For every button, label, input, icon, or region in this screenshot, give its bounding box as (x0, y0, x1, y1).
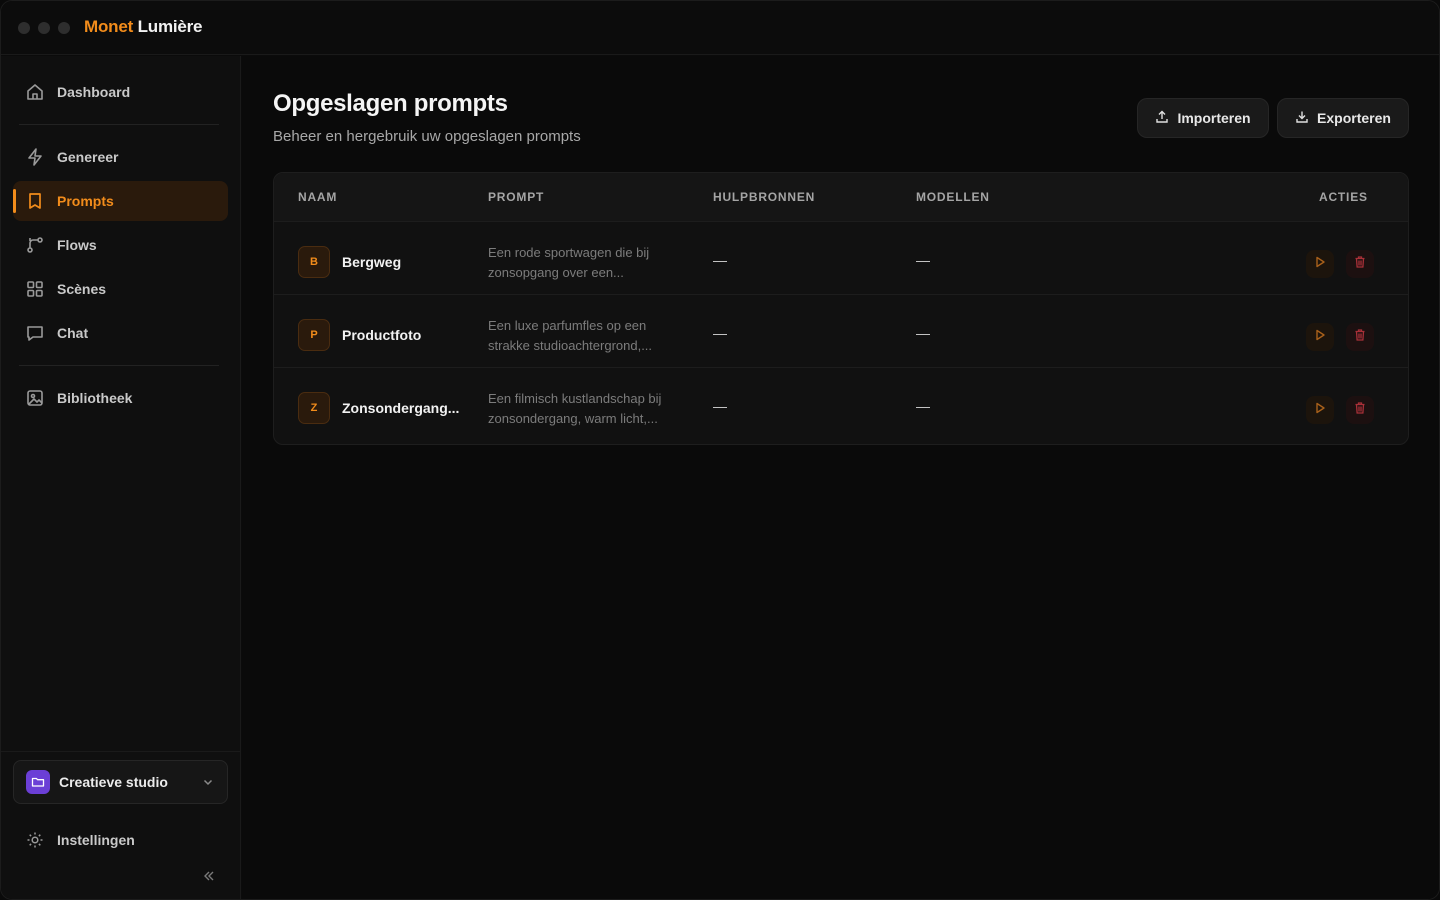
sidebar-item-scenes[interactable]: Scènes (13, 269, 228, 309)
import-label: Importeren (1177, 110, 1251, 126)
download-icon (1295, 110, 1309, 127)
prompt-name[interactable]: Bergweg (342, 254, 401, 270)
sidebar-item-label: Bibliotheek (57, 390, 133, 406)
sidebar-item-chat[interactable]: Chat (13, 313, 228, 353)
sidebar-item-label: Chat (57, 325, 89, 341)
export-button[interactable]: Exporteren (1277, 98, 1409, 138)
sidebar-item-prompts[interactable]: Prompts (13, 181, 228, 221)
prompt-avatar: Z (298, 392, 330, 424)
table-row[interactable]: Z Zonsondergang... Een filmisch kustland… (274, 367, 1408, 440)
gear-icon (25, 830, 45, 850)
app-window: Monet Lumière Dashboard Genereer Prompts (0, 0, 1440, 900)
image-icon (25, 388, 45, 408)
prompt-avatar: P (298, 319, 330, 351)
prompt-resources: — (713, 325, 727, 341)
flow-icon (25, 235, 45, 255)
maximize-window-button[interactable] (58, 22, 70, 34)
sidebar-item-label: Dashboard (57, 84, 131, 100)
workspace-label: Creatieve studio (59, 774, 168, 790)
sidebar-item-dashboard[interactable]: Dashboard (13, 72, 228, 112)
collapse-sidebar-icon[interactable] (201, 868, 217, 889)
sidebar-item-label: Genereer (57, 149, 119, 165)
column-header-modellen[interactable]: MODELLEN (916, 190, 990, 204)
column-header-prompt[interactable]: PROMPT (488, 190, 544, 204)
prompt-text: Een rode sportwagen die bij zonsopgang o… (488, 245, 650, 280)
delete-prompt-button[interactable] (1346, 250, 1374, 278)
window-controls (18, 22, 70, 34)
title-bar: Monet Lumière (1, 1, 1439, 55)
main-content: Opgeslagen prompts Beheer en hergebruik … (242, 56, 1439, 899)
trash-icon (1353, 401, 1367, 420)
table-row[interactable]: P Productfoto Een luxe parfumfles op een… (274, 294, 1408, 367)
home-icon (25, 82, 45, 102)
workspace-selector[interactable]: Creatieve studio (13, 760, 228, 804)
bolt-icon (25, 147, 45, 167)
minimize-window-button[interactable] (38, 22, 50, 34)
trash-icon (1353, 328, 1367, 347)
delete-prompt-button[interactable] (1346, 323, 1374, 351)
brand-part2: Lumière (137, 17, 203, 36)
trash-icon (1353, 255, 1367, 274)
sidebar-divider (19, 124, 219, 125)
prompts-table: NAAM PROMPT HULPBRONNEN MODELLEN ACTIES … (273, 172, 1409, 445)
folder-icon (26, 770, 50, 794)
prompt-name[interactable]: Productfoto (342, 327, 421, 343)
sidebar-item-label: Flows (57, 237, 97, 253)
column-header-naam[interactable]: NAAM (298, 190, 337, 204)
play-icon (1313, 255, 1327, 274)
play-icon (1313, 328, 1327, 347)
sidebar-divider (19, 365, 219, 366)
column-header-hulpbronnen[interactable]: HULPBRONNEN (713, 190, 815, 204)
column-header-acties: ACTIES (1319, 190, 1368, 204)
export-label: Exporteren (1317, 110, 1391, 126)
prompt-models: — (916, 325, 930, 341)
run-prompt-button[interactable] (1306, 250, 1334, 278)
prompt-resources: — (713, 252, 727, 268)
close-window-button[interactable] (18, 22, 30, 34)
sidebar-item-flows[interactable]: Flows (13, 225, 228, 265)
sidebar-item-label: Prompts (57, 193, 114, 209)
prompt-models: — (916, 252, 930, 268)
sidebar: Dashboard Genereer Prompts Flows Scènes … (1, 56, 241, 899)
prompt-models: — (916, 398, 930, 414)
run-prompt-button[interactable] (1306, 396, 1334, 424)
play-icon (1313, 401, 1327, 420)
prompt-text: Een luxe parfumfles op een strakke studi… (488, 318, 653, 353)
sidebar-item-genereer[interactable]: Genereer (13, 137, 228, 177)
grid-icon (25, 279, 45, 299)
brand-part1: Monet (84, 17, 134, 36)
upload-icon (1155, 110, 1169, 127)
chat-icon (25, 323, 45, 343)
chevron-down-icon (201, 775, 215, 794)
page-title: Opgeslagen prompts (273, 90, 508, 117)
sidebar-item-label: Scènes (57, 281, 107, 297)
sidebar-footer: Creatieve studio Instellingen (1, 751, 241, 899)
settings-button[interactable]: Instellingen (13, 820, 228, 860)
bookmark-icon (25, 191, 45, 211)
run-prompt-button[interactable] (1306, 323, 1334, 351)
prompt-resources: — (713, 398, 727, 414)
page-subtitle: Beheer en hergebruik uw opgeslagen promp… (273, 128, 581, 145)
table-row[interactable]: B Bergweg Een rode sportwagen die bij zo… (274, 221, 1408, 294)
app-logo: Monet Lumière (84, 17, 203, 37)
prompt-name[interactable]: Zonsondergang... (342, 400, 459, 416)
import-button[interactable]: Importeren (1137, 98, 1269, 138)
sidebar-item-bibliotheek[interactable]: Bibliotheek (13, 378, 228, 418)
settings-label: Instellingen (57, 832, 135, 848)
delete-prompt-button[interactable] (1346, 396, 1374, 424)
prompt-avatar: B (298, 246, 330, 278)
table-header: NAAM PROMPT HULPBRONNEN MODELLEN ACTIES (274, 173, 1408, 221)
prompt-text: Een filmisch kustlandschap bij zonsonder… (488, 391, 662, 426)
